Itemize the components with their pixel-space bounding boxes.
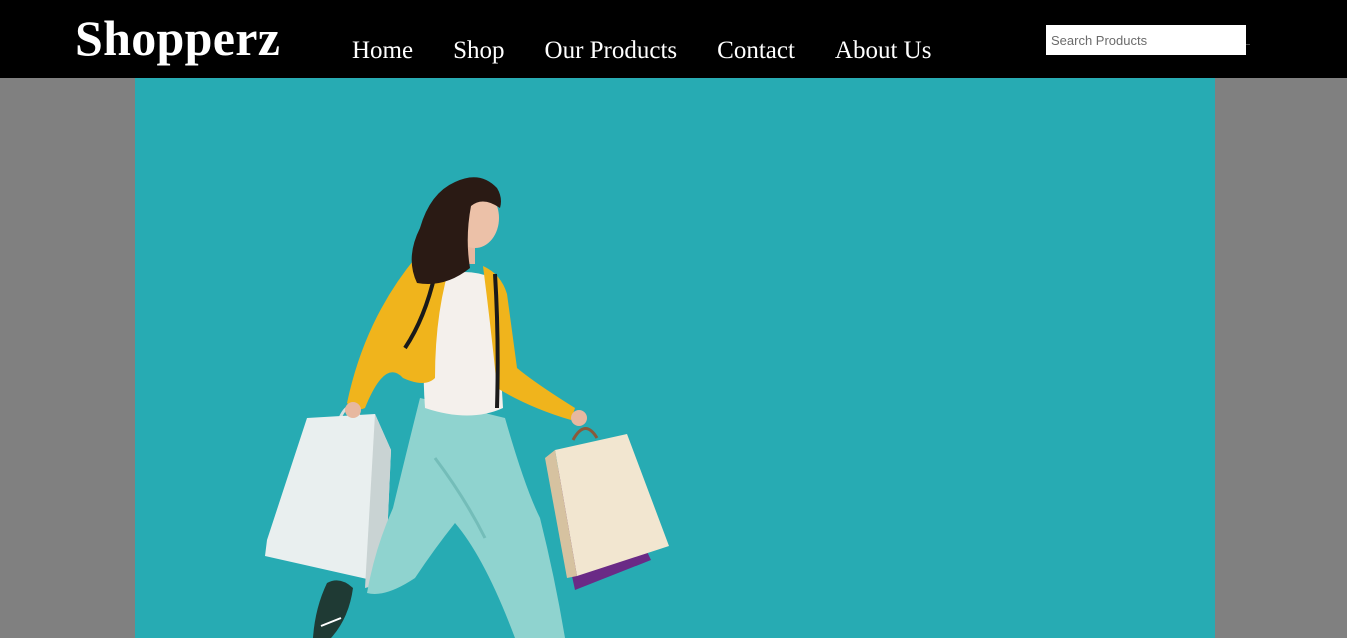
white-shopping-bag	[265, 405, 391, 588]
cream-shopping-bag	[545, 427, 669, 578]
search-input[interactable]	[1046, 25, 1246, 55]
right-hand	[571, 410, 587, 426]
nav-about-us-link[interactable]: About Us	[835, 36, 932, 66]
brand-logo[interactable]: Shopperz	[75, 8, 280, 68]
sneaker	[313, 580, 353, 638]
nav-our-products-link[interactable]: Our Products	[545, 36, 678, 66]
hero-banner	[135, 78, 1215, 638]
woman-pants	[367, 398, 565, 638]
left-hand	[345, 402, 361, 418]
top-navbar: Shopperz Home Shop Our Products Contact …	[0, 0, 1347, 78]
nav-shop-link[interactable]: Shop	[453, 36, 504, 66]
main-nav: Home Shop Our Products Contact About Us	[352, 36, 971, 66]
nav-contact-link[interactable]: Contact	[717, 36, 795, 66]
hero-image-woman-with-shopping-bags	[265, 177, 669, 638]
search-divider	[1246, 44, 1250, 45]
nav-home-link[interactable]: Home	[352, 36, 413, 66]
